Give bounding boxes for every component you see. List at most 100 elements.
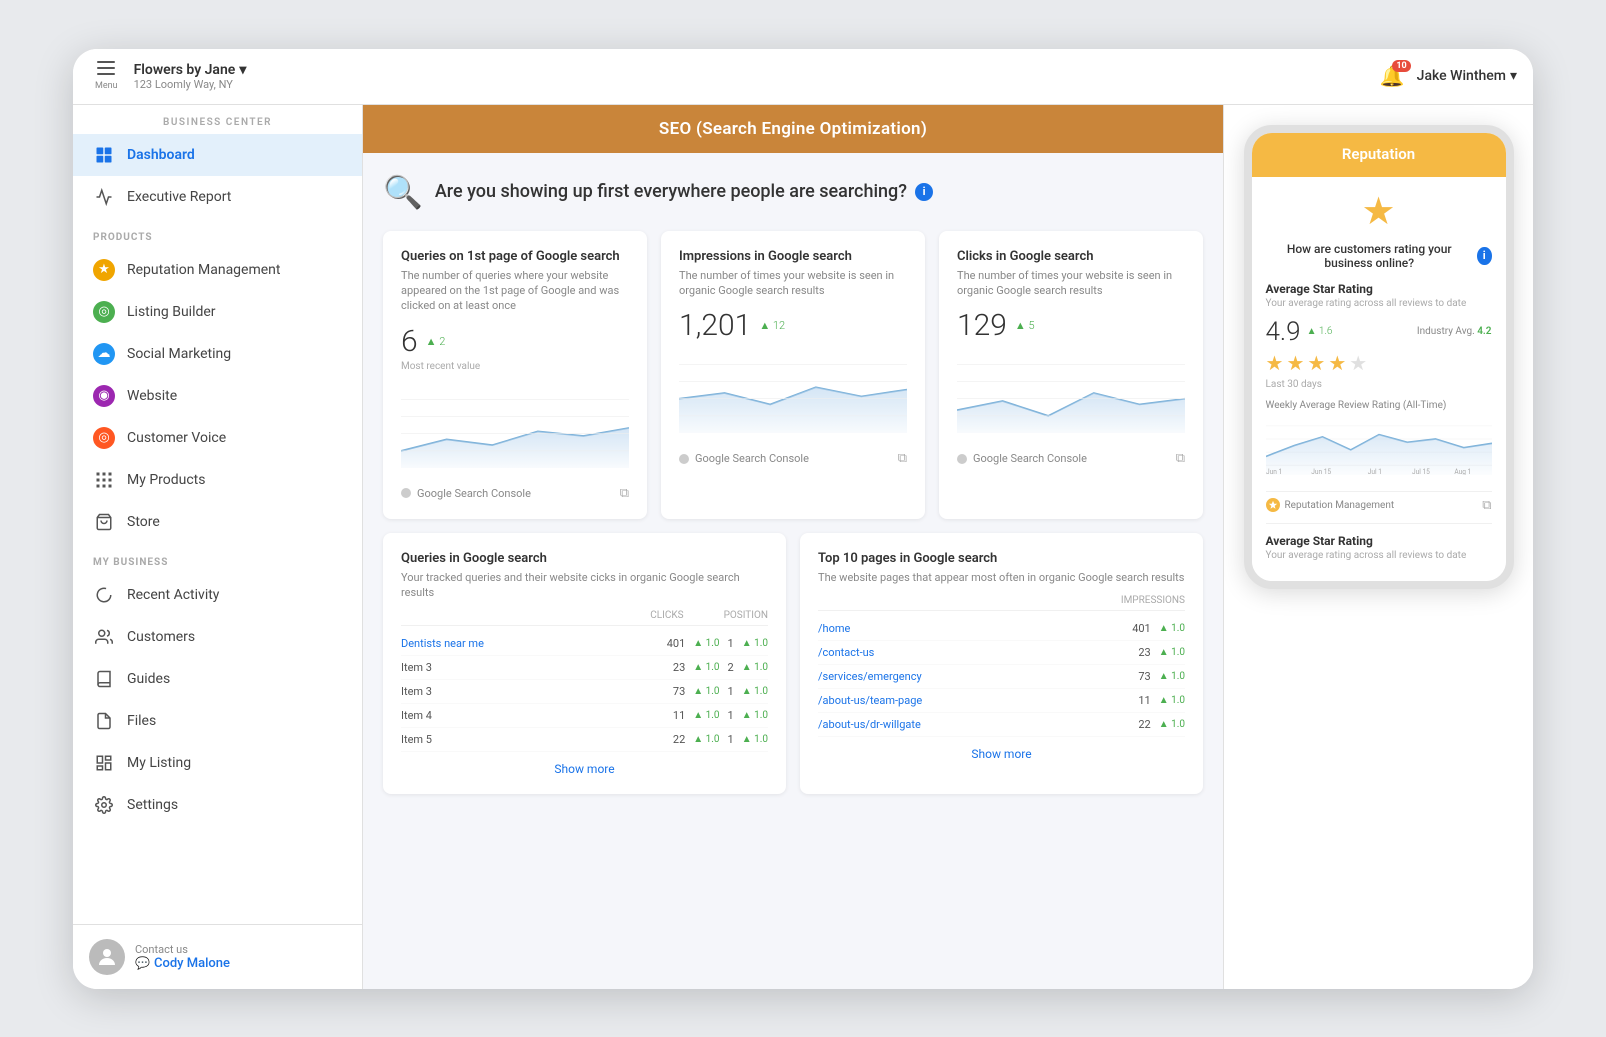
reputation-icon: ★ <box>93 259 115 281</box>
sidebar-item-social[interactable]: ☁ Social Marketing <box>73 333 362 375</box>
sidebar-item-label: Settings <box>127 797 178 813</box>
table-row: /contact-us 23 ▲ 1.0 <box>818 641 1185 665</box>
tablet-frame: Menu Flowers by Jane ▾ 123 Loomly Way, N… <box>73 49 1533 989</box>
top-bar: Menu Flowers by Jane ▾ 123 Loomly Way, N… <box>73 49 1533 105</box>
svg-text:Jul 15: Jul 15 <box>1411 466 1429 475</box>
external-link-icon[interactable]: ⧉ <box>1176 451 1185 466</box>
table-clicks: 401 <box>667 637 686 650</box>
card-queries: Queries on 1st page of Google search The… <box>383 231 647 519</box>
weekly-chart: Jun 1 Jun 15 Jul 1 Jul 15 Aug 1 <box>1266 415 1492 475</box>
sidebar-item-settings[interactable]: Settings <box>73 784 362 826</box>
phone-footer: Reputation Management ⧉ <box>1266 491 1492 513</box>
chat-icon: 💬 <box>135 956 150 970</box>
card-desc: The website pages that appear most often… <box>818 570 1185 585</box>
table-row: /about-us/dr-willgate 22 ▲ 1.0 <box>818 713 1185 737</box>
card-footer: Google Search Console ⧉ <box>679 451 907 466</box>
products-section-title: Products <box>73 218 362 249</box>
card-impressions: Impressions in Google search The number … <box>661 231 925 519</box>
sidebar-item-label: Customer Voice <box>127 430 226 446</box>
card-title: Queries on 1st page of Google search <box>401 249 629 264</box>
search-question: Are you showing up first everywhere peop… <box>435 181 933 202</box>
table-row: Item 3 23 ▲ 1.0 2 ▲ 1.0 <box>401 656 768 680</box>
table-link[interactable]: /contact-us <box>818 646 874 659</box>
sidebar-item-customers[interactable]: Customers <box>73 616 362 658</box>
dropdown-icon: ▾ <box>239 62 246 78</box>
card-desc: The number of times your website is seen… <box>957 268 1185 299</box>
sidebar-item-reputation[interactable]: ★ Reputation Management <box>73 249 362 291</box>
settings-icon <box>93 794 115 816</box>
sidebar-item-label: Dashboard <box>127 147 195 163</box>
sidebar-item-dashboard[interactable]: Dashboard <box>73 134 362 176</box>
sidebar-item-executive-report[interactable]: Executive Report <box>73 176 362 218</box>
business-name[interactable]: Flowers by Jane ▾ <box>134 62 247 78</box>
avg-star-heading-2: Average Star Rating <box>1266 534 1492 548</box>
contact-name[interactable]: 💬 Cody Malone <box>135 956 230 971</box>
notification-badge: 10 <box>1392 60 1410 72</box>
svg-text:Jun 1: Jun 1 <box>1266 466 1282 475</box>
avg-star-sub-2: Your average rating across all reviews t… <box>1266 550 1492 561</box>
business-info: Flowers by Jane ▾ 123 Loomly Way, NY <box>134 62 247 91</box>
table-row: Item 5 22 ▲ 1.0 1 ▲ 1.0 <box>401 728 768 752</box>
menu-label: Menu <box>95 81 118 91</box>
weekly-title: Weekly Average Review Rating (All-Time) <box>1266 400 1492 411</box>
sidebar-item-recent-activity[interactable]: Recent Activity <box>73 574 362 616</box>
business-address: 123 Loomly Way, NY <box>134 78 247 91</box>
table-card-pages: Top 10 pages in Google search The websit… <box>800 533 1203 795</box>
big-star: ★ <box>1266 189 1492 234</box>
notification-button[interactable]: 🔔 10 <box>1380 64 1405 88</box>
rating-change: ▲ 1.6 <box>1307 326 1333 337</box>
avg-star-heading: Average Star Rating <box>1266 282 1492 296</box>
table-link[interactable]: Dentists near me <box>401 637 484 650</box>
phone-body: ★ How are customers rating your business… <box>1252 177 1506 581</box>
report-icon <box>93 186 115 208</box>
phone-external-link-icon[interactable]: ⧉ <box>1482 498 1491 513</box>
show-more-pages[interactable]: Show more <box>818 747 1185 761</box>
sidebar-item-my-listing[interactable]: My Listing <box>73 742 362 784</box>
reputation-info-icon[interactable]: i <box>1477 247 1492 265</box>
customers-icon <box>93 626 115 648</box>
external-link-icon[interactable]: ⧉ <box>620 486 629 501</box>
main-content: SEO (Search Engine Optimization) 🔍 Are y… <box>363 105 1223 989</box>
social-icon: ☁ <box>93 343 115 365</box>
phone-panel: Reputation ★ How are customers rating yo… <box>1223 105 1533 989</box>
grid-icon <box>93 469 115 491</box>
sidebar-item-files[interactable]: Files <box>73 700 362 742</box>
table-link[interactable]: /about-us/team-page <box>818 694 922 707</box>
top-bar-right: 🔔 10 Jake Winthem ▾ <box>1380 64 1517 88</box>
menu-button[interactable]: Menu <box>89 55 124 97</box>
source-dot <box>957 454 967 464</box>
last-days: Last 30 days <box>1266 379 1492 390</box>
table-link[interactable]: /home <box>818 622 850 635</box>
sidebar-section-business-center: Business Center <box>73 105 362 134</box>
sidebar-item-listing[interactable]: ◎ Listing Builder <box>73 291 362 333</box>
customer-voice-icon: ◎ <box>93 427 115 449</box>
external-link-icon[interactable]: ⧉ <box>898 451 907 466</box>
card-title: Clicks in Google search <box>957 249 1185 264</box>
card-source: Google Search Console <box>401 487 531 500</box>
user-menu[interactable]: Jake Winthem ▾ <box>1417 68 1517 84</box>
sidebar-item-website[interactable]: ◉ Website <box>73 375 362 417</box>
sidebar-item-my-products[interactable]: My Products <box>73 459 362 501</box>
metric-cards: Queries on 1st page of Google search The… <box>383 231 1203 519</box>
card-title: Queries in Google search <box>401 551 768 566</box>
dashboard-icon <box>93 144 115 166</box>
table-link[interactable]: /services/emergency <box>818 670 922 683</box>
search-banner: 🔍 Are you showing up first everywhere pe… <box>383 173 1203 211</box>
sidebar-item-store[interactable]: Store <box>73 501 362 543</box>
card-change: ▲ 12 <box>759 319 785 332</box>
table-link[interactable]: /about-us/dr-willgate <box>818 718 921 731</box>
star-5: ★ <box>1349 351 1367 375</box>
files-icon <box>93 710 115 732</box>
card-footer: Google Search Console ⧉ <box>957 451 1185 466</box>
search-info-icon[interactable]: i <box>915 183 933 201</box>
sidebar-item-guides[interactable]: Guides <box>73 658 362 700</box>
card-desc: Your tracked queries and their website c… <box>401 570 768 601</box>
show-more-queries[interactable]: Show more <box>401 762 768 776</box>
card-most-recent: Most recent value <box>401 361 629 372</box>
sidebar-item-customer-voice[interactable]: ◎ Customer Voice <box>73 417 362 459</box>
sidebar: Business Center Dashboard Executive Repo… <box>73 105 363 989</box>
table-pos: 1 <box>728 637 734 650</box>
sidebar-item-label: My Products <box>127 472 206 488</box>
star-2: ★ <box>1286 351 1304 375</box>
chart-queries <box>401 388 629 468</box>
